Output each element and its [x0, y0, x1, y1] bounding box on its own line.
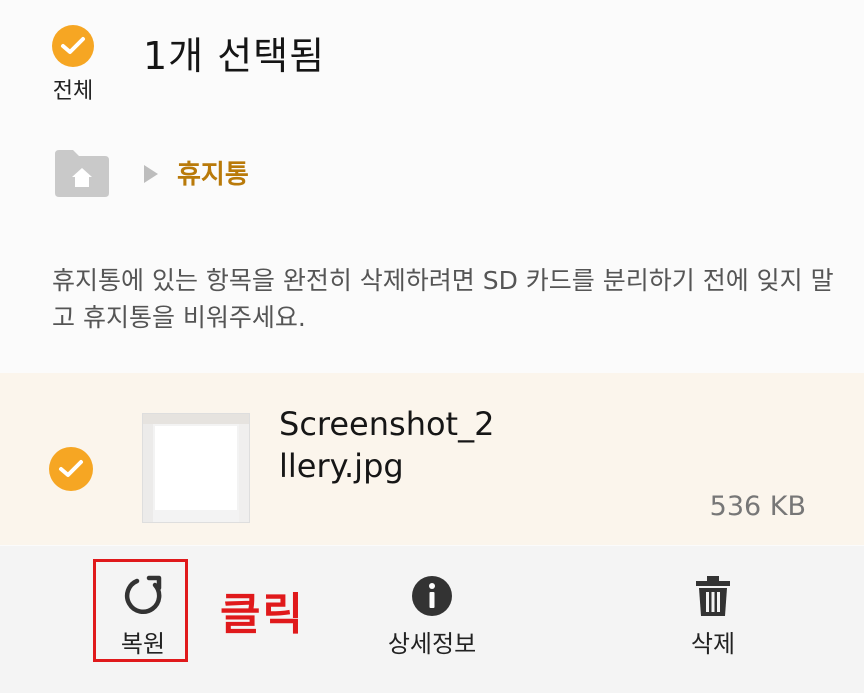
delete-button[interactable]: 삭제 [668, 568, 758, 659]
file-name-line2: llery.jpg [279, 447, 404, 485]
click-annotation: 클릭 [220, 589, 305, 640]
trash-screen: 전체 1개 선택됨 휴지통 휴지통에 있는 항목을 완전히 삭제하려면 SD 카… [0, 0, 864, 693]
select-all-toggle[interactable]: 전체 [44, 22, 102, 104]
checkmark-icon[interactable] [49, 447, 93, 491]
highlight-box [93, 559, 188, 662]
select-all-label: 전체 [52, 79, 94, 104]
selection-count-title: 1개 선택됨 [143, 34, 326, 78]
breadcrumb-current[interactable]: 휴지통 [177, 154, 249, 191]
delete-label: 삭제 [690, 630, 736, 658]
file-name: Screenshot_2( llery.jpg [279, 403, 497, 487]
details-label: 상세정보 [387, 630, 477, 658]
trash-notice-text: 휴지통에 있는 항목을 완전히 삭제하려면 SD 카드를 분리하기 전에 잊지 … [52, 266, 834, 332]
info-icon [412, 576, 452, 616]
triangle-right-icon [144, 165, 158, 183]
file-name-line1: Screenshot_2( [279, 405, 497, 443]
list-item[interactable]: Screenshot_2( llery.jpg 536 KB [0, 373, 864, 545]
file-thumbnail [142, 413, 250, 523]
checkmark-icon [52, 25, 94, 67]
trash-icon [696, 576, 730, 616]
folder-home-icon[interactable] [53, 148, 111, 198]
details-button[interactable]: 상세정보 [370, 568, 494, 659]
file-size: 536 KB [709, 491, 806, 522]
